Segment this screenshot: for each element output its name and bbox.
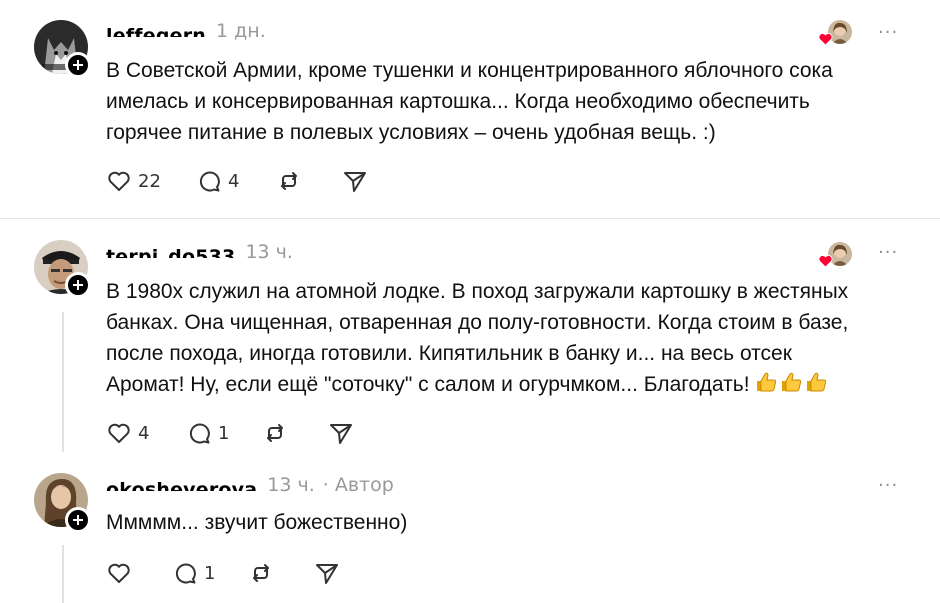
share-button[interactable] — [342, 168, 368, 194]
comment-bubble-icon — [189, 423, 210, 444]
more-options-button[interactable]: ··· — [878, 242, 898, 263]
thumbs-up-emoji — [806, 372, 826, 392]
follow-button[interactable] — [65, 272, 91, 298]
heart-outline-icon — [108, 171, 130, 191]
reply-count: 1 — [204, 562, 216, 584]
text-line: имелась и консервированная картошка... К… — [106, 90, 810, 113]
send-icon — [316, 564, 338, 584]
comment-text: В 1980х служил на атомной лодке. В поход… — [106, 276, 906, 400]
like-button[interactable]: 22 — [106, 168, 196, 194]
author-tag: · Автор — [322, 474, 394, 496]
comment-bubble-icon — [199, 171, 220, 192]
more-options-button[interactable]: ··· — [878, 22, 898, 43]
repost-button[interactable] — [262, 420, 328, 446]
reply-count: 1 — [218, 422, 230, 444]
text-line: горячее питание в полевых условиях – оче… — [106, 121, 716, 144]
divider — [0, 218, 940, 219]
heart-outline-icon — [108, 423, 130, 443]
share-button[interactable] — [328, 420, 354, 446]
plus-icon — [73, 60, 83, 70]
heart-outline-icon — [108, 563, 130, 583]
reply-count: 4 — [228, 170, 240, 192]
more-options-button[interactable]: ··· — [878, 475, 898, 496]
comment-3: okosheverova 13 ч. · Автор ··· Ммммм... … — [0, 473, 940, 603]
text-line: В 1980х служил на атомной лодке. В поход… — [106, 280, 849, 303]
timestamp: 1 дн. — [216, 20, 266, 42]
heart-filled-icon — [818, 255, 833, 268]
text-line: Аромат! Ну, если ещё "соточку" с салом и… — [106, 373, 750, 396]
text-line: после похода, иногда готовили. Кипятильн… — [106, 342, 792, 365]
plus-icon — [73, 515, 83, 525]
comment-header: terpi_do533 13 ч. — [106, 241, 293, 267]
timestamp: 13 ч. — [267, 474, 315, 496]
follow-button[interactable] — [65, 52, 91, 78]
username[interactable]: leffegern — [106, 23, 206, 37]
comment-actions: 1 — [106, 558, 340, 588]
send-icon — [330, 424, 352, 444]
comment-2: terpi_do533 13 ч. ··· В 1980х служил на … — [0, 240, 940, 460]
repost-button[interactable] — [276, 168, 342, 194]
thumbs-up-emoji — [781, 372, 801, 392]
reply-button[interactable]: 1 — [186, 420, 262, 446]
liked-by-author-badge — [818, 242, 852, 268]
like-count: 4 — [138, 422, 150, 444]
send-icon — [344, 172, 366, 192]
text-line: Ммммм... звучит божественно) — [106, 511, 408, 534]
thumbs-up-emoji — [756, 372, 776, 392]
repost-icon — [253, 564, 269, 582]
share-button[interactable] — [314, 560, 340, 586]
text-line-with-emoji: Аромат! Ну, если ещё "соточку" с салом и… — [106, 369, 906, 400]
like-count: 22 — [138, 170, 161, 192]
repost-icon — [267, 424, 283, 442]
comment-actions: 4 1 — [106, 418, 354, 448]
repost-button[interactable] — [248, 560, 314, 586]
text-line: банках. Она чищенная, отваренная до полу… — [106, 311, 849, 334]
heart-filled-icon — [818, 33, 833, 46]
repost-icon — [281, 172, 297, 190]
reply-button[interactable]: 1 — [172, 560, 248, 586]
follow-button[interactable] — [65, 507, 91, 533]
comment-header: leffegern 1 дн. — [106, 20, 266, 46]
username[interactable]: terpi_do533 — [106, 244, 235, 258]
timestamp: 13 ч. — [245, 241, 293, 263]
thumbs-up-emoji-group — [754, 370, 829, 394]
comment-actions: 22 4 — [106, 166, 368, 196]
username[interactable]: okosheverova — [106, 477, 257, 491]
comment-text: В Советской Армии, кроме тушенки и конце… — [106, 55, 906, 148]
plus-icon — [73, 280, 83, 290]
like-button[interactable]: 4 — [106, 420, 186, 446]
comment-header: okosheverova 13 ч. · Автор — [106, 474, 394, 500]
text-line: В Советской Армии, кроме тушенки и конце… — [106, 59, 833, 82]
reply-button[interactable]: 4 — [196, 168, 276, 194]
like-button[interactable] — [106, 560, 172, 586]
comment-text: Ммммм... звучит божественно) — [106, 507, 906, 538]
comment-bubble-icon — [175, 563, 196, 584]
comment-1: leffegern 1 дн. ··· В Советской Армии, к… — [0, 0, 940, 218]
liked-by-author-badge — [818, 20, 852, 46]
